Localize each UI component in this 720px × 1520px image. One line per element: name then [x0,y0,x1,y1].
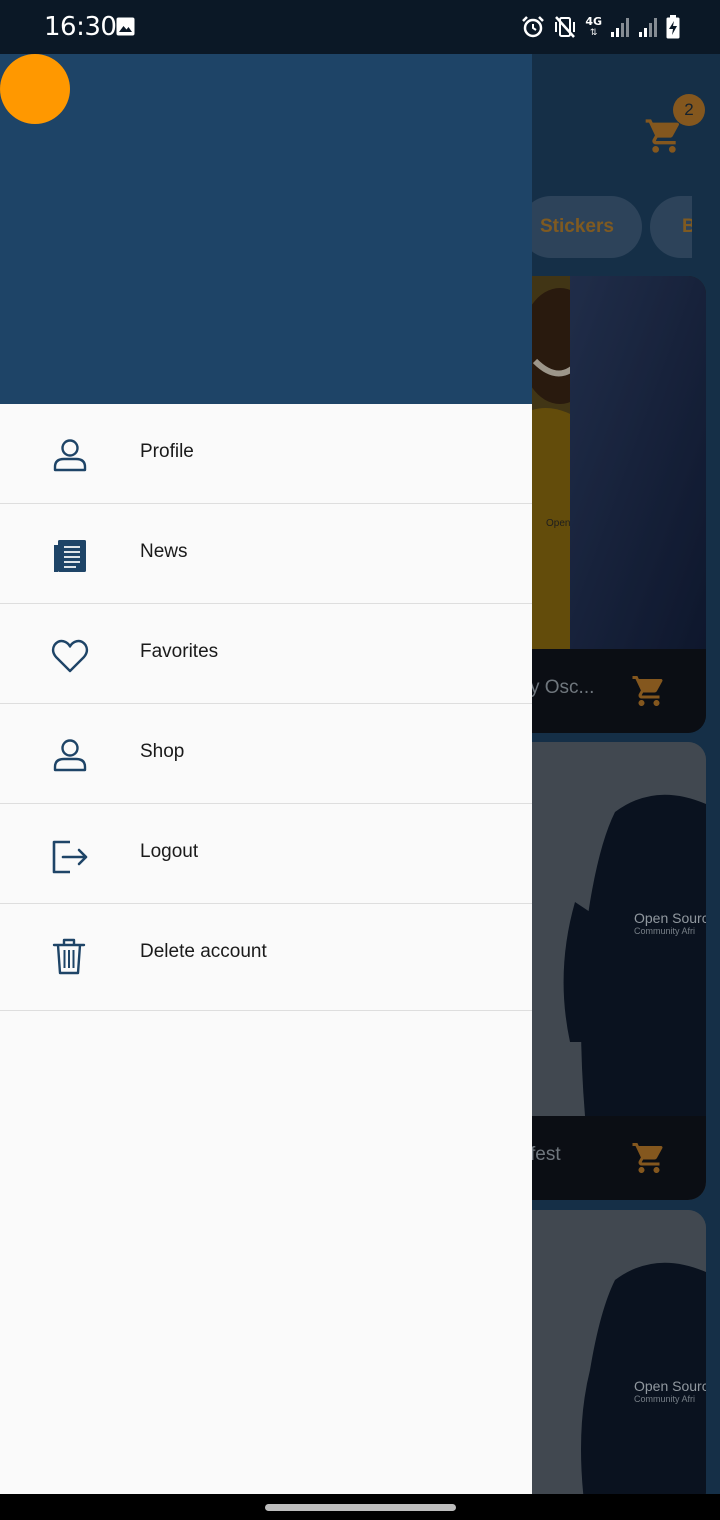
person-icon [53,739,87,772]
menu-label: Shop [140,741,185,762]
drawer-menu: Profile News Favorites Shop Logout Delet… [0,404,532,1011]
navigation-drawer: Profile News Favorites Shop Logout Delet… [0,54,532,1494]
home-gesture-bar[interactable] [265,1504,456,1511]
newspaper-icon [54,540,86,572]
status-bar: 16:30 4G ⇅ [0,0,720,54]
menu-item-news[interactable]: News [0,504,532,604]
menu-item-favorites[interactable]: Favorites [0,604,532,704]
vibrate-mute-icon [555,16,576,38]
battery-charging-icon [666,15,680,39]
network-type: 4G ⇅ [585,15,602,37]
alarm-icon [522,16,545,38]
menu-label: Delete account [140,941,267,962]
menu-item-profile[interactable]: Profile [0,404,532,504]
system-nav-bar [0,1494,720,1520]
trash-icon [52,938,86,975]
menu-item-delete-account[interactable]: Delete account [0,904,532,1011]
signal-icon [639,18,657,37]
menu-item-shop[interactable]: Shop [0,704,532,804]
menu-label: News [140,541,188,562]
menu-label: Logout [140,841,199,862]
menu-item-logout[interactable]: Logout [0,804,532,904]
drawer-header [0,54,532,404]
person-icon [53,439,87,472]
heart-icon [51,639,89,673]
signal-icon [611,18,629,37]
logout-icon [52,840,88,874]
avatar[interactable] [0,54,70,124]
menu-label: Profile [140,441,194,462]
image-icon [116,17,135,36]
menu-label: Favorites [140,641,219,662]
status-time: 16:30 [44,12,117,42]
